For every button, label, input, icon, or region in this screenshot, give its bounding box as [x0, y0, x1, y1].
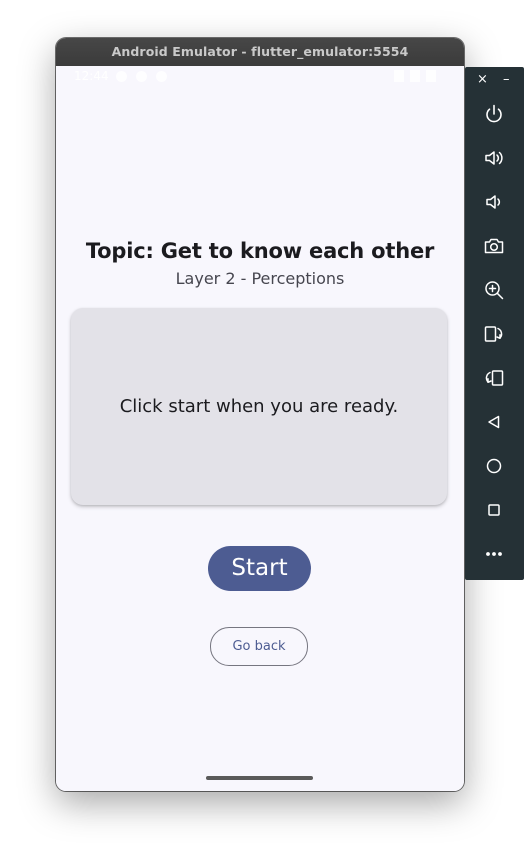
zoom-icon[interactable]	[480, 276, 508, 304]
notification-icon	[156, 71, 167, 82]
volume-up-icon[interactable]	[480, 144, 508, 172]
more-icon[interactable]	[480, 540, 508, 568]
device-screen: 12:44 Topic: Get to know each other Laye…	[56, 66, 464, 791]
notification-icon	[116, 71, 127, 82]
rotate-left-icon[interactable]	[480, 364, 508, 392]
desktop: Android Emulator - flutter_emulator:5554…	[0, 0, 525, 866]
status-bar: 12:44	[56, 66, 464, 90]
prompt-card: Click start when you are ready.	[71, 308, 447, 505]
page-subtitle: Layer 2 - Perceptions	[175, 269, 345, 288]
close-icon[interactable]: ×	[477, 72, 488, 87]
volume-down-icon[interactable]	[480, 188, 508, 216]
rotate-right-icon[interactable]	[480, 320, 508, 348]
wifi-icon	[394, 70, 404, 82]
camera-icon[interactable]	[480, 232, 508, 260]
page-title: Topic: Get to know each other	[85, 239, 435, 263]
gesture-home-bar[interactable]	[206, 776, 313, 780]
signal-icon	[410, 70, 420, 82]
notification-icon	[136, 71, 147, 82]
prompt-text: Click start when you are ready.	[119, 396, 399, 417]
status-indicators	[394, 70, 436, 82]
overview-icon[interactable]	[480, 496, 508, 524]
home-icon[interactable]	[480, 452, 508, 480]
battery-icon	[426, 70, 436, 82]
emulator-window: Android Emulator - flutter_emulator:5554…	[56, 38, 464, 791]
power-icon[interactable]	[480, 100, 508, 128]
status-time: 12:44	[74, 69, 109, 83]
back-icon[interactable]	[480, 408, 508, 436]
start-button[interactable]: Start	[208, 546, 311, 591]
go-back-button[interactable]: Go back	[210, 627, 308, 666]
window-title[interactable]: Android Emulator - flutter_emulator:5554	[56, 38, 464, 66]
minimize-icon[interactable]: –	[503, 72, 510, 87]
emulator-toolbar: × –	[465, 67, 524, 580]
